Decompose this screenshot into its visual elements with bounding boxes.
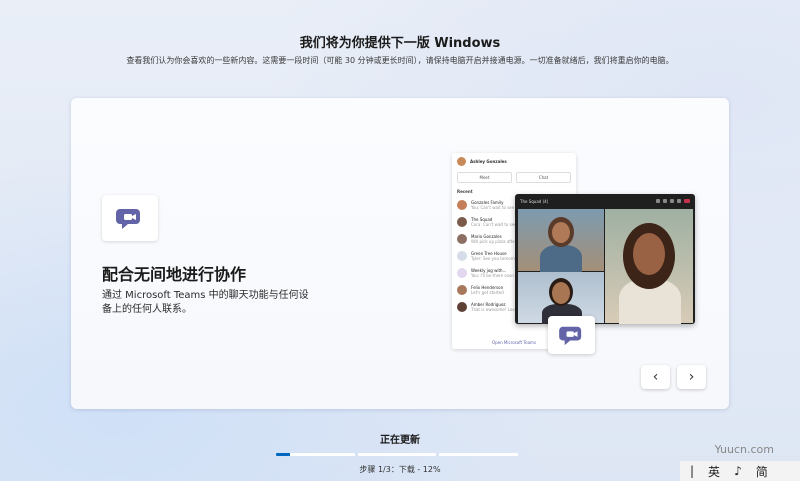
contact-message: Will pick up pizza after...: [471, 238, 520, 244]
avatar: [457, 250, 467, 261]
video-call-window: The Squad (4): [515, 194, 695, 324]
contact-message: You: I'll be there soon: [471, 272, 514, 278]
progress-segment-1: [276, 453, 355, 456]
avatar: [457, 216, 467, 227]
feature-description: 通过 Microsoft Teams 中的聊天功能与任何设备上的任何人联系。: [102, 290, 309, 315]
ime-separator: |: [690, 464, 695, 478]
moon-icon[interactable]: ♪: [734, 464, 742, 478]
call-topbar: The Squad (4): [515, 194, 695, 208]
chat-button: Chat: [516, 172, 571, 183]
progress-bar: [276, 453, 519, 456]
teams-icon-tile: [102, 195, 158, 241]
call-title: The Squad (4): [520, 198, 549, 204]
chevron-left-icon: ‹: [652, 369, 659, 385]
contact-message: Let's get started: [471, 289, 504, 295]
call-controls: [656, 199, 690, 203]
page-title: 我们将为你提供下一版 Windows: [299, 36, 501, 51]
teams-chat-icon: [558, 326, 581, 346]
share-icon: [670, 199, 674, 203]
ime-script-toggle[interactable]: 简: [756, 463, 768, 480]
progress-segment-2: [357, 453, 437, 456]
video-tile-participant-2: [605, 209, 693, 324]
teams-chat-icon: [116, 209, 140, 229]
teams-panel-header: Ashley Gonzales: [452, 153, 576, 170]
floating-teams-tile: [548, 316, 595, 354]
video-tile-participant-1: [518, 209, 604, 275]
contact-message: Tyler: See you tomorrow: [471, 255, 520, 261]
avatar: [457, 284, 467, 295]
camera-icon: [656, 199, 660, 203]
next-button[interactable]: ›: [677, 365, 706, 389]
avatar: [457, 199, 467, 210]
page-subtitle: 查看我们认为你会喜欢的一些新内容。这需要一段时间（可能 30 分钟或更长时间），…: [126, 56, 674, 65]
status-label: 正在更新: [380, 435, 420, 446]
meet-button: Meet: [457, 172, 512, 183]
avatar: [457, 233, 467, 244]
header: 我们将为你提供下一版 Windows: [0, 32, 800, 51]
avatar: [457, 157, 466, 166]
teams-user-name: Ashley Gonzales: [470, 159, 507, 164]
chevron-right-icon: ›: [688, 369, 695, 385]
ime-toolbar: | 英 ♪ 简: [680, 461, 800, 481]
progress-segment-3: [439, 453, 519, 456]
previous-button[interactable]: ‹: [641, 365, 670, 389]
ime-language-toggle[interactable]: 英: [708, 463, 720, 480]
teams-panel-buttons: Meet Chat: [452, 170, 576, 187]
more-icon: [677, 199, 681, 203]
watermark: Yuucn.com: [714, 443, 774, 456]
avatar: [457, 267, 467, 278]
progress-fill: [276, 453, 291, 456]
feature-card: 配合无间地进行协作 通过 Microsoft Teams 中的聊天功能与任何设备…: [71, 98, 729, 409]
mic-icon: [663, 199, 667, 203]
hangup-icon: [684, 199, 690, 203]
contact-message: That is awesome! Love it: [471, 306, 522, 312]
feature-title: 配合无间地进行协作: [102, 265, 247, 284]
avatar: [457, 301, 467, 312]
